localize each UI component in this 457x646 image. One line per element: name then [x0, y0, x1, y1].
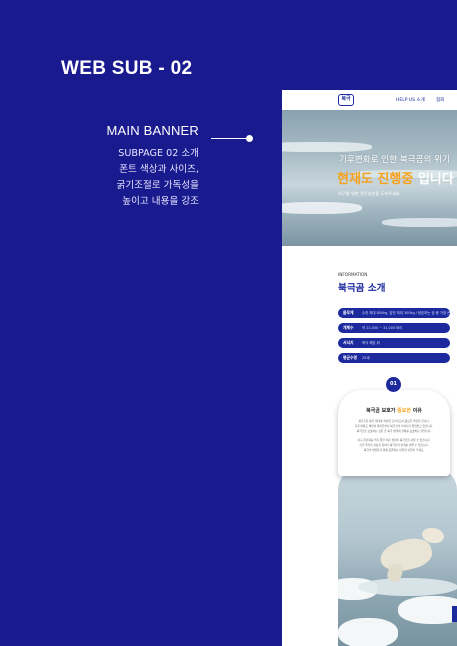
reason-card: 북극곰 보호가 중요한 이유 북극곰은 북극 생태계 최상위 포식자로서 중요한…	[338, 390, 450, 476]
slide-title: WEB SUB - 02	[61, 58, 193, 79]
hero-subtext: 지구를 위한 작은실천을 도와주세요	[338, 191, 400, 196]
ice-floe	[282, 142, 372, 152]
reason-paragraph: 지금 우리의 관심과 참여가 북극곰의 미래를 바꿀 수 있습니다.	[359, 443, 429, 447]
connector-dot	[246, 135, 253, 142]
reason-paragraph: 북극곰을 보호하는 것은 곧 북극 생태계 전체를 보호하는 일입니다.	[356, 429, 432, 433]
info-row-population: 개체수 약 22,000 ~ 31,000 마리	[338, 323, 450, 333]
hero-headline: 기후변화로 인한 북극곰의 위기	[339, 155, 450, 165]
section-label: MAIN BANNER	[106, 123, 199, 138]
description-line: SUBPAGE 02 소개	[118, 148, 199, 159]
info-row-value: 북극 해빙 위	[362, 341, 380, 345]
website-mockup: 북극 HELP US 소개 협회 기후변화로 인한 북극곰의 위기 현재도 진행…	[282, 90, 457, 646]
info-row-label: 개체수	[343, 325, 354, 330]
info-row-value: 25세	[362, 356, 370, 360]
description-line: 폰트 색상과 사이즈,	[119, 164, 199, 175]
description-line: 높이고 내용을 강조	[122, 196, 199, 207]
info-eyebrow: INFORMATION	[338, 272, 368, 277]
info-row-label: 몸무게	[343, 310, 354, 315]
side-tab[interactable]	[452, 606, 457, 622]
reason-card-title: 북극곰 보호가 중요한 이유	[338, 407, 450, 414]
ice-floe	[382, 218, 457, 227]
connector-line	[211, 138, 249, 139]
info-row-value: 약 22,000 ~ 31,000 마리	[362, 326, 403, 330]
ice-floe	[282, 202, 362, 214]
reason-title-highlight: 중요한	[397, 408, 411, 414]
info-row-value: 수컷 최대 800kg, 암컷 최대 300kg / 현존하는 곰 중 가장 큰…	[362, 311, 455, 315]
reason-paragraph: 북극의 생명들과 함께 공존하는 내일을 만들어 주세요.	[363, 448, 425, 452]
ice-floe	[338, 618, 398, 646]
polar-bear-photo	[338, 468, 457, 646]
reason-title-before: 북극곰 보호가	[366, 408, 398, 414]
hero-highlight-rest: 입니다	[417, 172, 454, 187]
info-row-label: 서식지	[343, 340, 354, 345]
info-row-habitat: 서식지 북극 해빙 위	[338, 338, 450, 348]
hero-emphasis: 현재도 진행중 입니다	[337, 168, 454, 187]
description-line: 굵기조절로 가독성을	[116, 180, 200, 191]
site-logo[interactable]: 북극	[338, 94, 354, 106]
reason-number-badge: 01	[386, 377, 401, 392]
info-title: 북극곰 소개	[338, 283, 386, 294]
section-description: SUBPAGE 02 소개 폰트 색상과 사이즈, 굵기조절로 가독성을 높이고…	[117, 146, 200, 210]
hero-highlight: 현재도 진행중	[337, 172, 414, 187]
water-splash	[358, 578, 457, 596]
reason-paragraph: 북극곰은 북극 생태계 최상위 포식자로서 중요한 역할을 합니다.	[358, 419, 430, 423]
hero-banner: 기후변화로 인한 북극곰의 위기 현재도 진행중 입니다 지구를 위한 작은실천…	[282, 110, 457, 246]
nav-item-association[interactable]: 협회	[436, 97, 444, 103]
info-row-weight: 몸무게 수컷 최대 800kg, 암컷 최대 300kg / 현존하는 곰 중 …	[338, 308, 454, 318]
reason-paragraph: 지구 온난화를 막기 위한 작은 실천이 북극곰을 지킬 수 있습니다.	[357, 438, 431, 442]
reason-title-after: 이유	[410, 408, 422, 414]
info-row-label: 평균수명	[343, 355, 357, 360]
nav-item-help-us[interactable]: HELP US 소개	[396, 97, 425, 103]
reason-paragraph: 기후 변화로 해빙이 줄어들면서 북극곰의 서식지가 위협받고 있습니다.	[354, 424, 434, 428]
info-row-lifespan: 평균수명 25세	[338, 353, 450, 363]
site-header: 북극 HELP US 소개 협회	[282, 90, 457, 110]
ice-floe	[398, 596, 457, 624]
